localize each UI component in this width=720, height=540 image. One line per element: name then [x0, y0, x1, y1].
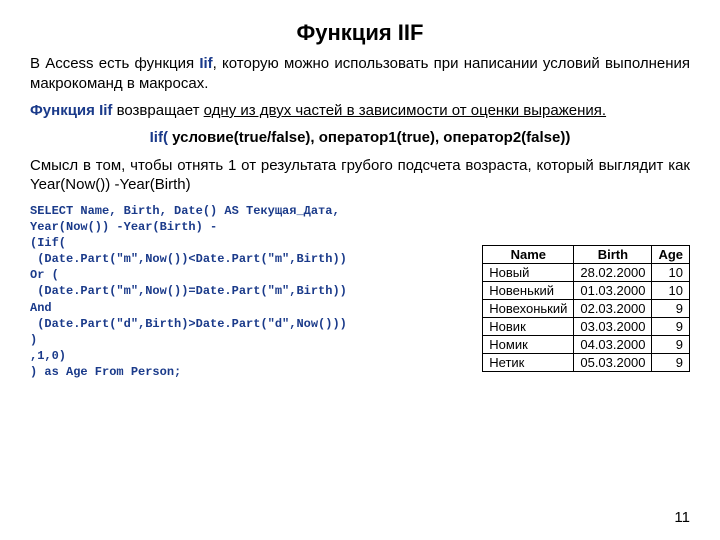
p2-b: возвращает [112, 102, 203, 119]
cell-birth: 04.03.2000 [574, 335, 652, 353]
table-row: Новенький 01.03.2000 10 [483, 281, 690, 299]
cell-age: 9 [652, 299, 690, 317]
th-name: Name [483, 245, 574, 263]
p2-fn: Функция Iif [30, 102, 112, 119]
cell-birth: 28.02.2000 [574, 263, 652, 281]
cell-birth: 05.03.2000 [574, 353, 652, 371]
cell-birth: 02.03.2000 [574, 299, 652, 317]
th-birth: Birth [574, 245, 652, 263]
table-row: Номик 04.03.2000 9 [483, 335, 690, 353]
cell-age: 9 [652, 353, 690, 371]
cell-age: 9 [652, 317, 690, 335]
cell-birth: 01.03.2000 [574, 281, 652, 299]
cell-age: 10 [652, 263, 690, 281]
page-title: Функция IIF [30, 20, 690, 46]
cell-age: 9 [652, 335, 690, 353]
cell-name: Новик [483, 317, 574, 335]
cell-age: 10 [652, 281, 690, 299]
th-age: Age [652, 245, 690, 263]
cell-name: Новехонький [483, 299, 574, 317]
p2-c: одну из двух частей в зависимости от оце… [204, 102, 606, 119]
intro-paragraph: В Access есть функция Iif, которую можно… [30, 54, 690, 93]
result-table: Name Birth Age Новый 28.02.2000 10 Новен… [482, 245, 690, 372]
p1-fn: Iif [199, 55, 212, 72]
table-row: Новехонький 02.03.2000 9 [483, 299, 690, 317]
cell-name: Номик [483, 335, 574, 353]
cell-name: Новенький [483, 281, 574, 299]
syntax-fn: Iif( [150, 129, 168, 146]
return-paragraph: Функция Iif возвращает одну из двух част… [30, 101, 690, 121]
page-number: 11 [674, 509, 690, 526]
table-row: Нетик 05.03.2000 9 [483, 353, 690, 371]
cell-name: Нетик [483, 353, 574, 371]
table-header-row: Name Birth Age [483, 245, 690, 263]
cell-name: Новый [483, 263, 574, 281]
result-table-wrap: Name Birth Age Новый 28.02.2000 10 Новен… [482, 245, 690, 372]
table-row: Новый 28.02.2000 10 [483, 263, 690, 281]
cell-birth: 03.03.2000 [574, 317, 652, 335]
syntax-line: Iif( условие(true/false), оператор1(true… [30, 129, 690, 146]
syntax-body: условие(true/false), оператор1(true), оп… [168, 129, 570, 146]
meaning-paragraph: Смысл в том, чтобы отнять 1 от результат… [30, 156, 690, 195]
sql-code-block: SELECT Name, Birth, Date() AS Текущая_Да… [30, 203, 390, 381]
table-row: Новик 03.03.2000 9 [483, 317, 690, 335]
p1-text-a: В Access есть функция [30, 55, 199, 72]
